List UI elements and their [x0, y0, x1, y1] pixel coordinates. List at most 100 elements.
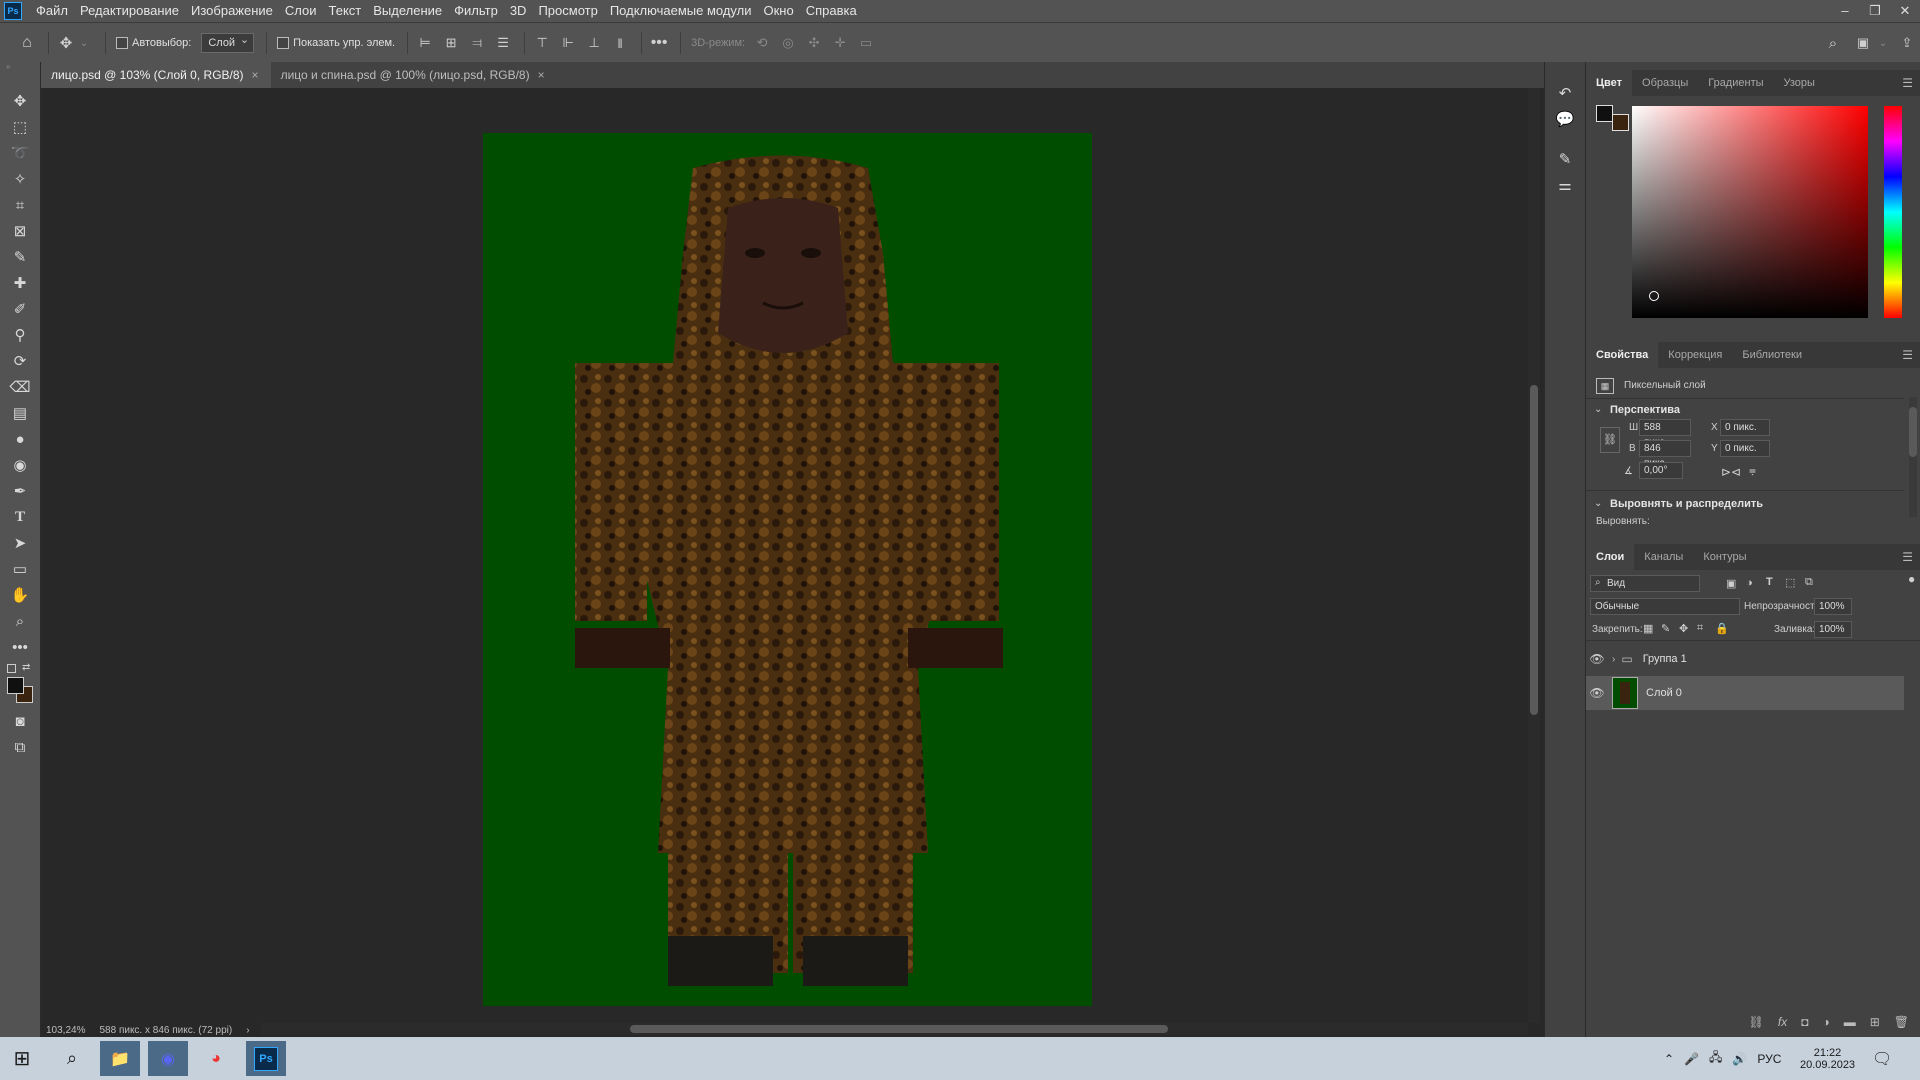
fx-icon[interactable]: fx	[1778, 1015, 1787, 1029]
more-options-icon[interactable]: •••	[650, 34, 668, 52]
new-layer-icon[interactable]: ⊞	[1870, 1015, 1880, 1029]
chevron-down-icon[interactable]: ⌄	[1874, 34, 1892, 52]
align-top-icon[interactable]: ⊤	[533, 34, 551, 52]
magic-wand-tool-icon[interactable]: ✧	[0, 166, 40, 192]
fill-field[interactable]: 100%	[1814, 621, 1852, 638]
angle-field[interactable]: 0,00°	[1639, 462, 1683, 479]
menu-3d[interactable]: 3D	[504, 0, 533, 22]
align-middle-v-icon[interactable]: ⊩	[559, 34, 577, 52]
layer-row-layer-0[interactable]: 👁 Слой 0	[1586, 676, 1904, 710]
menu-select[interactable]: Выделение	[367, 0, 448, 22]
tab-paths[interactable]: Контуры	[1693, 544, 1756, 570]
minimize-button[interactable]: –	[1830, 0, 1860, 22]
menu-filter[interactable]: Фильтр	[448, 0, 504, 22]
show-transform-checkbox[interactable]	[277, 37, 290, 49]
filter-toggle-icon[interactable]: ●	[1908, 572, 1915, 586]
zoom-level[interactable]: 103,24%	[46, 1025, 85, 1036]
menu-file[interactable]: Файл	[30, 0, 74, 22]
home-icon[interactable]: ⌂	[18, 34, 36, 52]
blur-tool-icon[interactable]: ●	[0, 426, 40, 452]
menu-window[interactable]: Окно	[757, 0, 799, 22]
microphone-icon[interactable]: 🎤	[1684, 1052, 1699, 1066]
chevron-down-icon[interactable]: ⌄	[1594, 404, 1602, 415]
document-canvas[interactable]	[483, 133, 1092, 1006]
filter-adjustment-icon[interactable]: ◑	[1746, 577, 1753, 589]
tab-face-and-back-psd[interactable]: лицо и спина.psd @ 100% (лицо.psd, RGB/8…	[271, 62, 557, 88]
file-explorer-icon[interactable]: 📁	[100, 1041, 140, 1076]
visibility-eye-icon[interactable]: 👁	[1586, 652, 1608, 666]
panel-menu-icon[interactable]: ☰	[1902, 76, 1913, 90]
3d-roll-icon[interactable]: ◎	[779, 34, 797, 52]
autoselect-dropdown[interactable]: Слой	[201, 31, 255, 53]
y-field[interactable]: 0 пикс.	[1720, 440, 1770, 457]
foreground-color-swatch[interactable]	[1596, 105, 1613, 122]
notifications-icon[interactable]: 🗨	[1872, 1037, 1892, 1080]
foreground-color-swatch[interactable]	[7, 677, 24, 694]
eyedropper-tool-icon[interactable]: ✎	[0, 244, 40, 270]
add-mask-icon[interactable]: ◘	[1801, 1015, 1808, 1029]
filter-type-icon[interactable]: T	[1766, 576, 1773, 588]
distribute-icon[interactable]: ☰	[494, 34, 512, 52]
swap-colors-icon[interactable]: ⇄	[22, 662, 30, 673]
screen-mode-icon[interactable]: ⧉	[0, 734, 40, 760]
menu-view[interactable]: Просмотр	[532, 0, 603, 22]
align-center-h-icon[interactable]: ⊞	[442, 34, 460, 52]
lasso-tool-icon[interactable]: ➰	[0, 140, 40, 166]
type-tool-icon[interactable]: T	[0, 504, 40, 530]
link-layers-icon[interactable]: ⛓	[1749, 1015, 1764, 1029]
move-tool-icon[interactable]: ✥	[0, 88, 40, 114]
lock-pixels-icon[interactable]: ✎	[1661, 622, 1670, 635]
default-colors-icon[interactable]	[7, 664, 16, 673]
collapse-icon[interactable]: »	[0, 62, 40, 71]
stamp-tool-icon[interactable]: ⚲	[0, 322, 40, 348]
quick-mask-icon[interactable]: ◙	[0, 708, 40, 734]
align-right-icon[interactable]: ⫤	[468, 34, 486, 52]
link-icon[interactable]: ⛓	[1600, 427, 1620, 453]
distribute-v-icon[interactable]: ‖	[611, 34, 629, 52]
horizontal-scroll-thumb[interactable]	[630, 1025, 1168, 1033]
volume-icon[interactable]: 🔊	[1732, 1052, 1747, 1066]
language-indicator[interactable]: РУС	[1757, 1052, 1781, 1066]
brush-tool-icon[interactable]: ✐	[0, 296, 40, 322]
search-icon[interactable]: ⌕	[52, 1041, 92, 1076]
align-section-title[interactable]: Выровнять и распределить	[1610, 498, 1763, 510]
healing-brush-tool-icon[interactable]: ✚	[0, 270, 40, 296]
menu-type[interactable]: Текст	[323, 0, 368, 22]
color-swatches[interactable]: ⇄	[0, 660, 40, 708]
lock-all-icon[interactable]: 🔒	[1715, 622, 1729, 635]
tab-gradients[interactable]: Градиенты	[1698, 70, 1773, 96]
filter-pixel-icon[interactable]: ▣	[1726, 577, 1736, 590]
hue-slider[interactable]	[1884, 106, 1902, 318]
workspace-icon[interactable]: ▣	[1854, 34, 1872, 52]
opacity-field[interactable]: 100%	[1814, 598, 1852, 615]
properties-scroll-thumb[interactable]	[1909, 407, 1917, 457]
close-tab-icon[interactable]: ×	[252, 68, 259, 82]
zoom-tool-icon[interactable]: ⌕	[0, 608, 40, 634]
lock-transparency-icon[interactable]: ▦	[1643, 622, 1653, 635]
discord-icon[interactable]: ◉	[148, 1041, 188, 1076]
align-bottom-icon[interactable]: ⊥	[585, 34, 603, 52]
panel-menu-icon[interactable]: ☰	[1902, 550, 1913, 564]
chevron-right-icon[interactable]: ›	[1612, 654, 1615, 665]
layer-name[interactable]: Группа 1	[1643, 653, 1687, 665]
filter-shape-icon[interactable]: ⬚	[1785, 576, 1795, 589]
lock-position-icon[interactable]: ✥	[1679, 622, 1688, 635]
tab-color[interactable]: Цвет	[1586, 70, 1633, 96]
tab-properties[interactable]: Свойства	[1586, 342, 1659, 368]
properties-scrollbar[interactable]	[1909, 397, 1917, 517]
gradient-tool-icon[interactable]: ▤	[0, 400, 40, 426]
search-icon[interactable]: ⌕	[1824, 34, 1842, 52]
frame-tool-icon[interactable]: ⊠	[0, 218, 40, 244]
3d-camera-icon[interactable]: ▭	[857, 34, 875, 52]
tab-adjustments[interactable]: Коррекция	[1658, 342, 1732, 368]
close-button[interactable]: ✕	[1890, 0, 1920, 22]
adjustment-layer-icon[interactable]: ◑	[1822, 1015, 1829, 1029]
3d-pan-icon[interactable]: ✣	[805, 34, 823, 52]
dodge-tool-icon[interactable]: ◉	[0, 452, 40, 478]
clock[interactable]: 21:22 20.09.2023	[1800, 1037, 1855, 1080]
menu-plugins[interactable]: Подключаемые модули	[604, 0, 758, 22]
flip-horizontal-icon[interactable]: ⊳⊲	[1721, 465, 1741, 479]
chevron-down-icon[interactable]: ⌄	[75, 34, 93, 52]
blend-mode-dropdown[interactable]: Обычные	[1590, 598, 1740, 615]
color-picker-cursor[interactable]	[1649, 291, 1659, 301]
